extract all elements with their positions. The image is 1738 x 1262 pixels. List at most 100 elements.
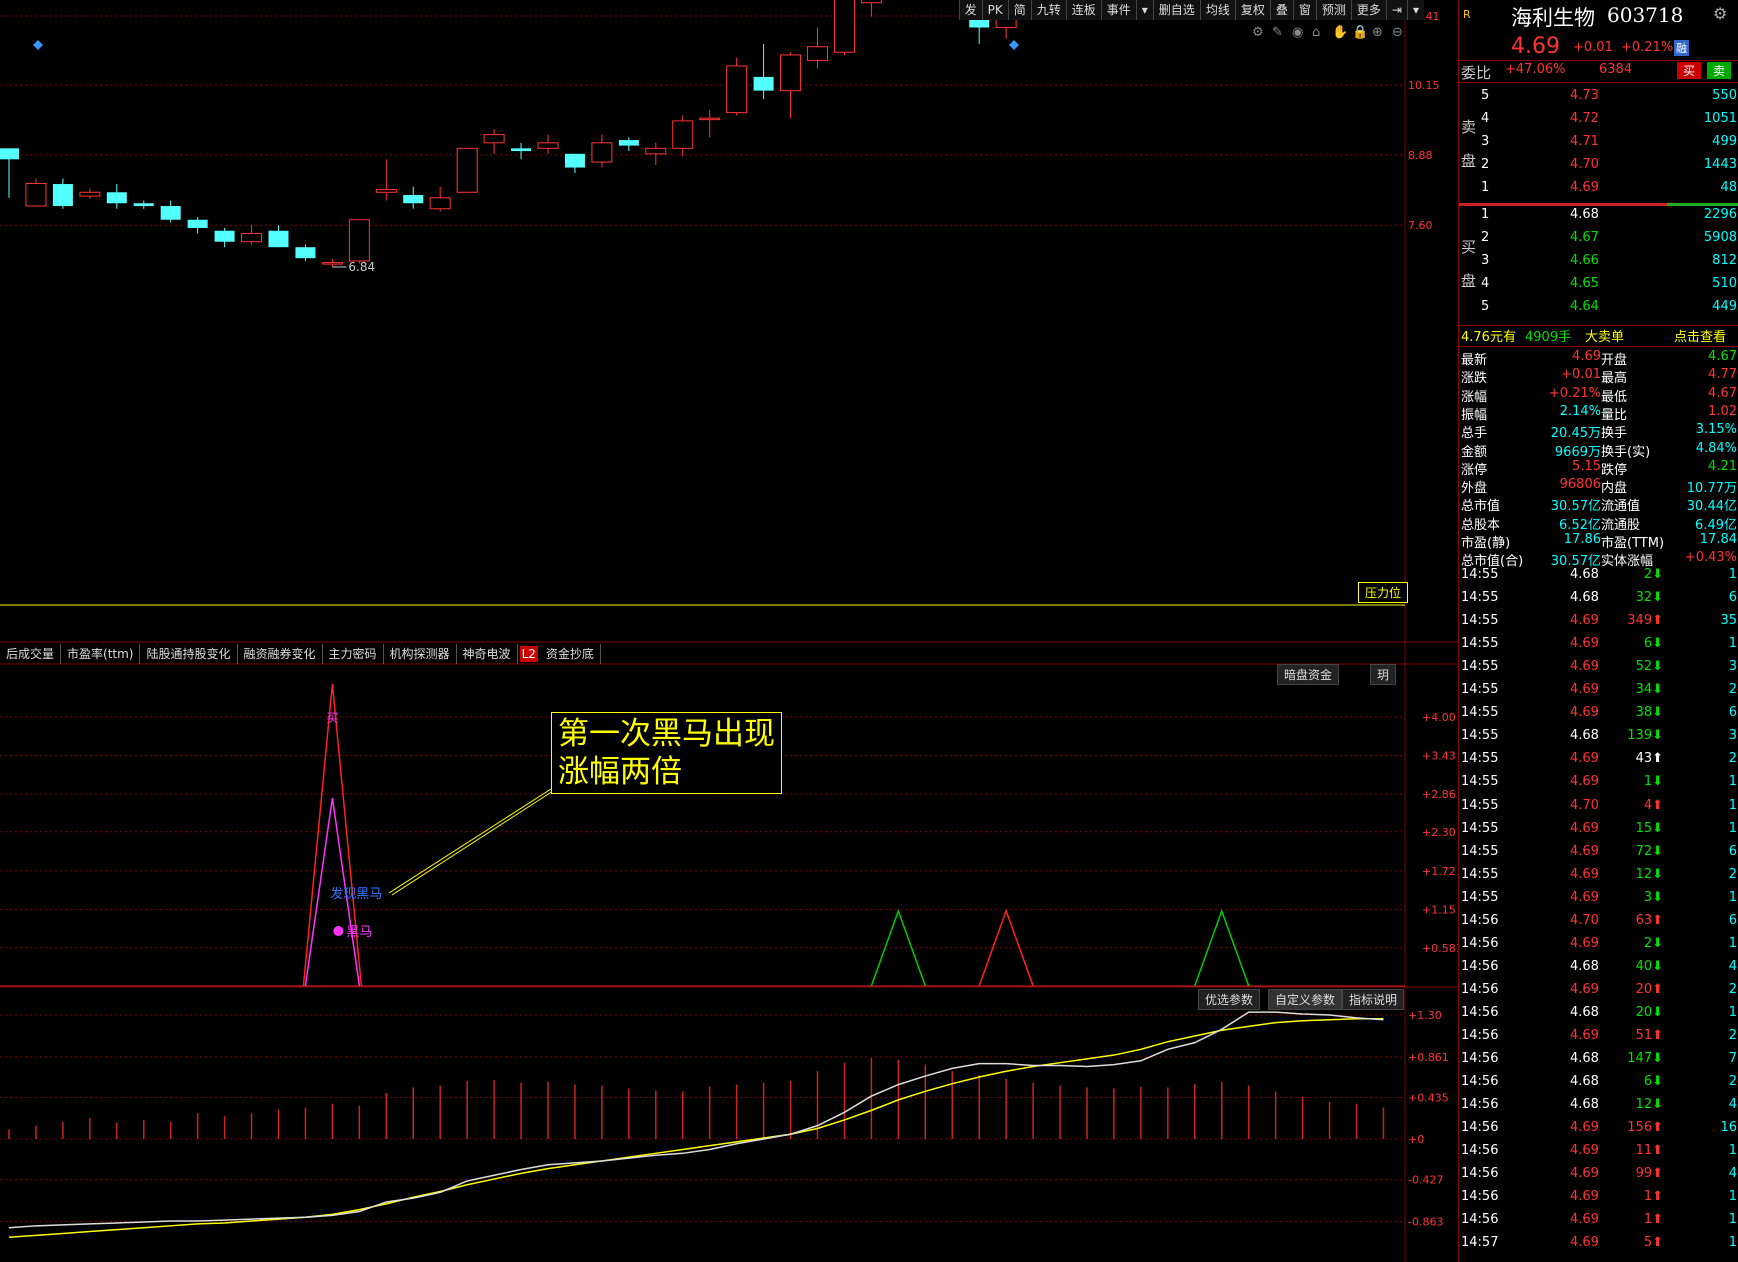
weibi-row: 委比 +47.06% 6384 买 卖 (1459, 62, 1738, 83)
r-badge: R (1463, 8, 1471, 21)
indicator-help-button[interactable]: 指标说明 (1342, 989, 1405, 1010)
candle-body (133, 203, 154, 207)
ind2-axis-label: +1.30 (1408, 1009, 1442, 1022)
candle-body (375, 189, 397, 193)
tick-row: 14:55 4.68 2⬇ 1 (1461, 567, 1737, 582)
indicator-tab-7[interactable]: 资金抄底 (540, 644, 601, 664)
toolbar-item-9[interactable]: 复权 (1234, 0, 1270, 20)
tick-row: 14:56 4.68 12⬇ 4 (1461, 1097, 1737, 1113)
price-axis-label: 8.88 (1408, 149, 1433, 162)
pen-icon[interactable]: ✎ (1272, 25, 1283, 40)
tick-row: 14:55 4.69 38⬇ 6 (1461, 705, 1737, 721)
dark-fund-button[interactable]: 暗盘资金 (1277, 664, 1340, 685)
lock-icon[interactable]: 🔒 (1352, 25, 1368, 40)
signal-peak (978, 908, 1034, 987)
toolbar-item-4[interactable]: 连板 (1065, 0, 1101, 20)
candle-body (591, 142, 613, 163)
sell-level-2: 2 4.70 1443 (1481, 157, 1737, 172)
marker-diamond (33, 40, 43, 50)
stock-name: 海利生物 (1511, 6, 1595, 30)
candle-body (429, 197, 451, 210)
tick-row: 14:56 4.68 147⬇ 7 (1461, 1051, 1737, 1067)
bid-ask-bar (1459, 203, 1738, 206)
marker-diamond (1009, 40, 1019, 50)
settings-icon[interactable]: ⚙ (1713, 4, 1727, 23)
tick-row: 14:55 4.69 52⬇ 3 (1461, 659, 1737, 675)
stat-row: 总股本 6.52亿 流通股 6.49亿 (1461, 517, 1737, 533)
candle-body (483, 134, 505, 144)
stat-row: 涨停 5.15 跌停 4.21 (1461, 458, 1737, 478)
extra-button[interactable]: 玥 (1370, 664, 1397, 685)
toolbar-item-11[interactable]: 窗 (1292, 0, 1316, 20)
sell-level-5: 5 4.73 550 (1481, 88, 1737, 103)
stat-row: 总手 20.45万 换手 3.15% (1461, 422, 1737, 442)
eye-icon[interactable]: ◉ (1292, 25, 1303, 40)
toolbar-item-8[interactable]: 均线 (1199, 0, 1235, 20)
hand-icon[interactable]: ✋ (1332, 24, 1348, 40)
toolbar-item-2[interactable]: 简 (1007, 0, 1031, 20)
toolbar-item-10[interactable]: 叠 (1269, 0, 1293, 20)
stat-row: 外盘 96806 内盘 10.77万 (1461, 477, 1737, 497)
tick-row: 14:55 4.69 34⬇ 2 (1461, 682, 1737, 698)
indicator-tab-2[interactable]: 陆股通持股变化 (140, 644, 238, 664)
buy-level-1: 1 4.68 2296 (1481, 207, 1737, 222)
toolbar-item-12[interactable]: 预测 (1315, 0, 1351, 20)
l2-badge: L2 (519, 646, 538, 662)
candle-body (753, 76, 774, 91)
tick-row: 14:56 4.69 99⬆ 4 (1461, 1166, 1737, 1182)
buy-button[interactable]: 买 (1677, 62, 1702, 79)
indicator-tab-6[interactable]: 神奇电波 (457, 644, 518, 664)
sell-level-1: 1 4.69 48 (1481, 180, 1737, 195)
min-price-label: 6.84 (348, 260, 375, 274)
signal-peak (1194, 908, 1250, 987)
custom-params-button[interactable]: 自定义参数 (1268, 989, 1343, 1010)
candle-body (833, 0, 855, 53)
preset-params-button[interactable]: 优选参数 (1198, 989, 1261, 1010)
pressure-level-label: 压力位 (1358, 582, 1409, 603)
indicator-tab-5[interactable]: 机构探测器 (384, 644, 457, 664)
zoom-out-icon[interactable]: ⊖ (1392, 25, 1403, 40)
horse-label: 黑马 (346, 925, 372, 940)
buy-level-4: 4 4.65 510 (1481, 276, 1737, 291)
indicator-tab-3[interactable]: 融资融券变化 (238, 644, 323, 664)
buy-signal-label: 买 (326, 711, 338, 725)
tick-row: 14:56 4.70 63⬆ 6 (1461, 912, 1737, 928)
sell-button[interactable]: 卖 (1707, 62, 1732, 79)
toolbar-item-15[interactable]: ▾ (1406, 0, 1424, 20)
big-order-row[interactable]: 4.76元有 4909手 大卖单 点击查看 (1459, 325, 1738, 347)
ind1-axis-label: +4.00 (1422, 711, 1456, 724)
tick-row: 14:56 4.69 11⬆ 1 (1461, 1143, 1737, 1159)
ind2-axis-label: -0.427 (1408, 1174, 1443, 1187)
toolbar-item-6[interactable]: ▾ (1135, 0, 1153, 20)
shop-icon[interactable]: ⌂ (1312, 25, 1320, 40)
tick-row: 14:55 4.69 43⬆ 2 (1461, 751, 1737, 767)
ind2-white-line (8, 1011, 1384, 1229)
toolbar-item-3[interactable]: 九转 (1030, 0, 1066, 20)
candle-body (348, 219, 370, 262)
toolbar-item-0[interactable]: 发 (958, 0, 982, 20)
toolbar-item-7[interactable]: 删自选 (1152, 0, 1200, 20)
tick-row: 14:56 4.69 1⬆ 1 (1461, 1212, 1737, 1228)
settings-icon[interactable]: ⚙ (1252, 25, 1264, 40)
toolbar-item-1[interactable]: PK (981, 0, 1008, 20)
find-horse-label: 发现黑马 (330, 886, 382, 902)
zoom-in-icon[interactable]: ⊕ (1372, 25, 1383, 40)
chart-area[interactable]: 16.4815.2313.9512.6811.4110.158.887.6015… (0, 0, 1458, 1262)
signal-peak (870, 908, 927, 987)
indicator-tab-0[interactable]: 后成交量 (0, 644, 62, 664)
tick-row: 14:55 4.69 6⬇ 1 (1461, 636, 1737, 652)
tick-row: 14:55 4.69 1⬇ 1 (1461, 774, 1737, 790)
toolbar-item-13[interactable]: 更多 (1350, 0, 1386, 20)
ind2-axis-label: +0.435 (1408, 1092, 1449, 1105)
stat-row: 市盈(静) 17.86 市盈(TTM) 17.84 (1461, 532, 1737, 551)
toolbar-item-14[interactable]: ⇥ (1385, 0, 1407, 20)
chart-toolbar: 发 PK 简九转 连板 事件 ▾ 删自选 均线 复权叠窗预测 更多 ⇥ ▾ (958, 0, 1424, 20)
toolbar-item-5[interactable]: 事件 (1100, 0, 1136, 20)
ind1-axis-label: +2.30 (1422, 826, 1456, 839)
annotation-line2: 涨幅两倍 (558, 754, 682, 790)
candle-body (187, 219, 208, 228)
indicator-tab-1[interactable]: 市盈率(ttm) (61, 644, 141, 664)
candle-body (672, 120, 694, 149)
ind1-axis-label: +3.43 (1422, 749, 1456, 762)
indicator-tab-4[interactable]: 主力密码 (323, 644, 384, 664)
